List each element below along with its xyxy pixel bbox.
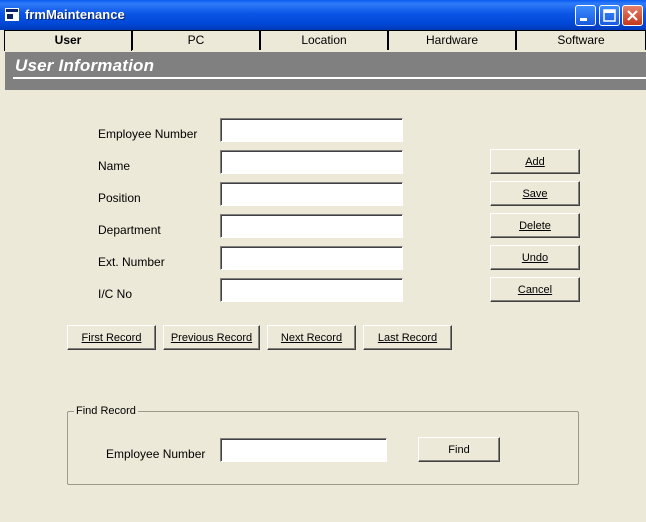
section-banner: User Information: [5, 52, 646, 90]
find-employee-number-input[interactable]: [220, 438, 387, 462]
department-input[interactable]: [220, 214, 403, 238]
add-button[interactable]: Add: [490, 149, 580, 174]
delete-button[interactable]: Delete: [490, 213, 580, 238]
tab-strip: User PC Location Hardware Software: [0, 30, 646, 51]
section-title: User Information: [15, 56, 155, 75]
tab-pc[interactable]: PC: [132, 30, 260, 50]
department-label: Department: [98, 223, 161, 237]
position-label: Position: [98, 191, 141, 205]
undo-button[interactable]: Undo: [490, 245, 580, 270]
employee-number-input[interactable]: [220, 118, 403, 142]
name-label: Name: [98, 159, 131, 173]
window-title: frmMaintenance: [25, 7, 125, 22]
ic-no-input[interactable]: [220, 278, 403, 302]
previous-record-button[interactable]: Previous Record: [163, 325, 260, 350]
employee-number-label: Employee Number: [98, 127, 198, 141]
first-record-button[interactable]: First Record: [67, 325, 156, 350]
last-record-button[interactable]: Last Record: [363, 325, 452, 350]
maximize-icon: [603, 9, 616, 22]
save-button[interactable]: Save: [490, 181, 580, 206]
tab-user[interactable]: User: [4, 30, 132, 51]
next-record-button[interactable]: Next Record: [267, 325, 356, 350]
find-button[interactable]: Find: [418, 437, 500, 462]
minimize-icon: [580, 18, 587, 21]
banner-underline: [13, 77, 646, 79]
tab-software[interactable]: Software: [516, 30, 646, 50]
tab-location[interactable]: Location: [260, 30, 388, 50]
close-button[interactable]: [622, 5, 643, 26]
maximize-button[interactable]: [599, 5, 620, 26]
find-employee-number-label: Employee Number: [106, 447, 206, 461]
find-record-title: Find Record: [74, 405, 138, 417]
app-icon: [5, 8, 19, 21]
ic-no-label: I/C No: [98, 287, 133, 301]
close-icon: [627, 10, 638, 21]
position-input[interactable]: [220, 182, 403, 206]
cancel-button[interactable]: Cancel: [490, 277, 580, 302]
ext-number-input[interactable]: [220, 246, 403, 270]
minimize-button[interactable]: [575, 5, 596, 26]
name-input[interactable]: [220, 150, 403, 174]
ext-number-label: Ext. Number: [98, 255, 165, 269]
tab-hardware[interactable]: Hardware: [388, 30, 516, 50]
title-bar: frmMaintenance: [0, 0, 646, 30]
